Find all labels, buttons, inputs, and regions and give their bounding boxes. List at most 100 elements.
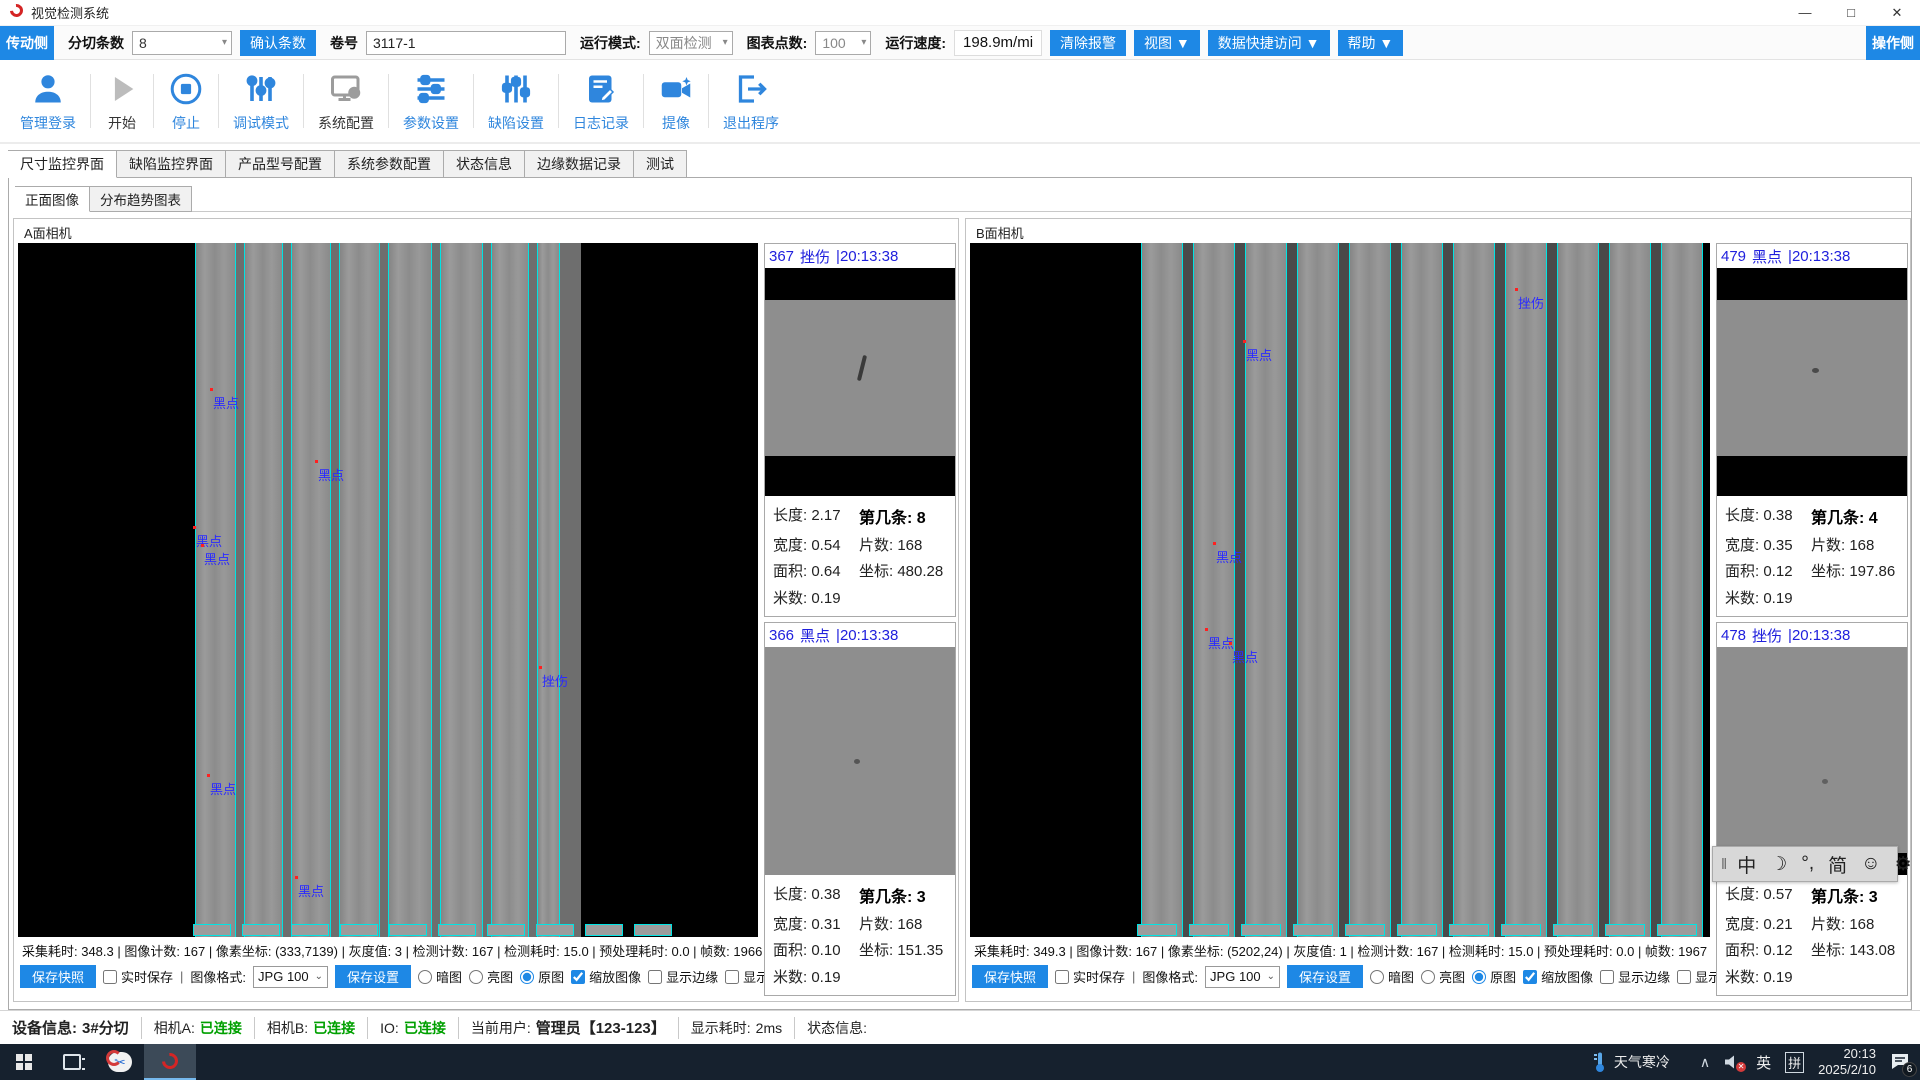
admin-login-button[interactable]: 管理登录 <box>6 65 90 137</box>
command-bar: 传动侧 分切条数 8▾ 确认条数 卷号 运行模式: 双面检测▾ 图表点数: 10… <box>0 26 1920 60</box>
roll-number-input[interactable] <box>366 31 566 55</box>
defect-card[interactable]: 479 黑点 |20:13:38 长度: 0.38 第几条: 4 宽度: 0.3… <box>1716 243 1908 617</box>
main-tab[interactable]: 边缘数据记录 <box>525 150 634 178</box>
main-tab[interactable]: 状态信息 <box>444 150 525 178</box>
help-menu-button[interactable]: 帮助 ▼ <box>1338 30 1404 56</box>
log-record-button[interactable]: 日志记录 <box>559 65 643 137</box>
show-edge-checkbox[interactable]: 显示边缘 <box>1600 967 1670 986</box>
zoom-image-checkbox[interactable]: 缩放图像 <box>1523 967 1593 986</box>
defect-card[interactable]: 367 挫伤 |20:13:38 长度: 2.17 第几条: 8 宽度: 0.5… <box>764 243 956 617</box>
save-snapshot-button[interactable]: 保存快照 <box>972 965 1048 988</box>
defect-marker: 黑点 <box>196 531 222 550</box>
main-tab[interactable]: 产品型号配置 <box>226 150 335 178</box>
defect-marker: 黑点 <box>1232 647 1258 666</box>
save-settings-button[interactable]: 保存设置 <box>1287 965 1363 988</box>
main-tab[interactable]: 缺陷监控界面 <box>117 150 226 178</box>
panel-a-controls: 保存快照 实时保存 | 图像格式: JPG 100⌄ 保存设置 暗图 亮图 原图… <box>16 959 760 991</box>
clock[interactable]: 20:13 2025/2/10 <box>1818 1046 1876 1079</box>
original-image-radio[interactable]: 原图 <box>520 967 564 986</box>
start-button[interactable] <box>0 1044 48 1080</box>
marker-layer-a: 黑点黑点黑点黑点挫伤黑点黑点 <box>18 243 758 937</box>
camera-a-label: 相机A: <box>154 1018 195 1038</box>
bright-image-radio[interactable]: 亮图 <box>469 967 513 986</box>
run-mode-select[interactable]: 双面检测▾ <box>649 31 733 55</box>
minimize-button[interactable]: — <box>1782 0 1828 25</box>
defect-settings-button[interactable]: 缺陷设置 <box>474 65 558 137</box>
ime-drag-handle[interactable]: ‖ <box>1721 856 1725 873</box>
save-snapshot-button[interactable]: 保存快照 <box>20 965 96 988</box>
ime-toolbar-item[interactable]: ☺ <box>1861 853 1880 875</box>
realtime-save-checkbox[interactable]: 实时保存 <box>103 967 173 986</box>
ime-toolbar-item[interactable]: °, <box>1801 853 1814 875</box>
image-format-select[interactable]: JPG 100⌄ <box>1205 966 1280 988</box>
defect-stats: 长度: 0.38 第几条: 4 宽度: 0.35 片数: 168 面积: 0.1… <box>1717 496 1907 616</box>
monitor-gear-icon <box>328 69 364 109</box>
debug-mode-button[interactable]: 调试模式 <box>219 65 303 137</box>
defect-card-header: 478 挫伤 |20:13:38 <box>1717 623 1907 647</box>
original-image-radio[interactable]: 原图 <box>1472 967 1516 986</box>
maximize-button[interactable]: □ <box>1828 0 1874 25</box>
vision-app-taskbar-button[interactable] <box>144 1044 196 1080</box>
sub-tab[interactable]: 分布趋势图表 <box>90 186 192 212</box>
capture-image-button[interactable]: 提像 <box>644 65 708 137</box>
slit-count-select[interactable]: 8▾ <box>132 31 232 55</box>
main-tab[interactable]: 尺寸监控界面 <box>8 150 117 178</box>
bright-image-radio[interactable]: 亮图 <box>1421 967 1465 986</box>
drive-side-button[interactable]: 传动侧 <box>0 26 54 60</box>
image-format-label: 图像格式: <box>1142 967 1198 986</box>
ime-toolbar-item[interactable]: ☽ <box>1770 853 1787 876</box>
operate-side-button[interactable]: 操作侧 <box>1866 26 1920 60</box>
save-settings-button[interactable]: 保存设置 <box>335 965 411 988</box>
notification-center-button[interactable]: 6 <box>1890 1052 1910 1073</box>
tray-expand-button[interactable]: ∧ <box>1700 1054 1710 1071</box>
panel-b-controls: 保存快照 实时保存 | 图像格式: JPG 100⌄ 保存设置 暗图 亮图 原图… <box>968 959 1712 991</box>
ime-toolbar-item[interactable]: 简 <box>1828 851 1847 878</box>
system-config-button[interactable]: 系统配置 <box>304 65 388 137</box>
camera-image-a[interactable]: 黑点黑点黑点黑点挫伤黑点黑点 <box>18 243 758 937</box>
language-indicator[interactable]: 英 <box>1756 1052 1771 1073</box>
close-button[interactable]: ✕ <box>1874 0 1920 25</box>
tab-page-size-monitor: 正面图像分布趋势图表 A面相机 <box>8 177 1912 1010</box>
clock-time: 20:13 <box>1843 1046 1876 1061</box>
roll-number-label: 卷号 <box>330 33 358 53</box>
quick-access-menu-button[interactable]: 数据快捷访问 ▼ <box>1208 30 1330 56</box>
ime-mode-indicator[interactable]: 拼 <box>1785 1052 1804 1073</box>
defect-type: 挫伤 <box>800 246 830 267</box>
defect-card[interactable]: 478 挫伤 |20:13:38 长度: 0.57 第几条: 3 宽度: 0.2… <box>1716 622 1908 996</box>
dark-image-radio[interactable]: 暗图 <box>1370 967 1414 986</box>
parameter-settings-button[interactable]: 参数设置 <box>389 65 473 137</box>
defect-thumbnail <box>765 268 955 496</box>
volume-muted-icon[interactable]: ✕ <box>1724 1054 1742 1070</box>
zoom-image-checkbox[interactable]: 缩放图像 <box>571 967 641 986</box>
defect-cards-b: 479 黑点 |20:13:38 长度: 0.38 第几条: 4 宽度: 0.3… <box>1716 243 1908 996</box>
sub-tab[interactable]: 正面图像 <box>15 186 90 212</box>
exit-program-button[interactable]: 退出程序 <box>709 65 793 137</box>
main-tab[interactable]: 测试 <box>634 150 687 178</box>
start-button[interactable]: 开始 <box>91 65 153 137</box>
view-menu-button[interactable]: 视图 ▼ <box>1134 30 1200 56</box>
defect-card[interactable]: 366 黑点 |20:13:38 长度: 0.38 第几条: 3 宽度: 0.3… <box>764 622 956 996</box>
confirm-count-button[interactable]: 确认条数 <box>240 30 316 56</box>
ime-toolbar-item[interactable]: ⚙ <box>1895 853 1912 876</box>
ime-toolbar[interactable]: ‖ 中☽°,简☺⚙ <box>1712 846 1898 882</box>
defect-thumbnail <box>765 647 955 875</box>
ime-toolbar-item[interactable]: 中 <box>1737 851 1756 878</box>
task-view-button[interactable] <box>48 1044 96 1080</box>
windows-taskbar: ✂ 天气寒冷 ∧ ✕ 英 拼 20:13 2025/2/10 6 <box>0 1044 1920 1080</box>
camera-image-b[interactable]: 挫伤黑点黑点黑点黑点 <box>970 243 1710 937</box>
realtime-save-checkbox[interactable]: 实时保存 <box>1055 967 1125 986</box>
dark-image-radio[interactable]: 暗图 <box>418 967 462 986</box>
chart-points-select[interactable]: 100▾ <box>815 31 871 55</box>
camera-panel-a: A面相机 黑点黑点黑点黑 <box>13 218 959 1002</box>
clear-alarm-button[interactable]: 清除报警 <box>1050 30 1126 56</box>
image-format-select[interactable]: JPG 100⌄ <box>253 966 328 988</box>
show-edge-checkbox[interactable]: 显示边缘 <box>648 967 718 986</box>
weather-widget[interactable]: 天气寒冷 <box>1592 1051 1670 1073</box>
stop-button[interactable]: 停止 <box>154 65 218 137</box>
snipping-tool-button[interactable]: ✂ <box>96 1044 144 1080</box>
vision-inspection-app: 视觉检测系统 — □ ✕ 传动侧 分切条数 8▾ 确认条数 卷号 运行模式: 双… <box>0 0 1920 1080</box>
panel-b-status-line: 采集耗时: 349.3 | 图像计数: 167 | 像素坐标: (5202,24… <box>968 937 1712 959</box>
marker-layer-b: 挫伤黑点黑点黑点黑点 <box>970 243 1710 937</box>
main-tab[interactable]: 系统参数配置 <box>335 150 444 178</box>
run-speed-value: 198.9m/mi <box>954 30 1042 56</box>
